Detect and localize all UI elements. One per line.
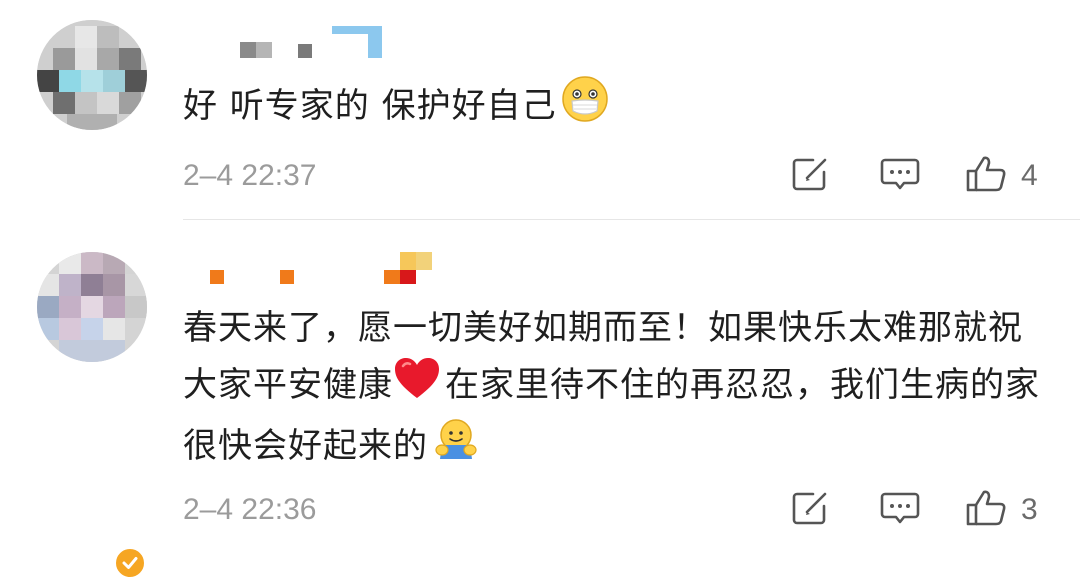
- username-redacted[interactable]: [240, 20, 460, 60]
- verified-check-icon: [113, 546, 147, 580]
- comment-meta: 2–4 22:36 3: [183, 490, 1044, 530]
- username-redacted[interactable]: [210, 250, 460, 290]
- like-button[interactable]: 3: [965, 489, 1038, 531]
- divider: [183, 219, 1080, 220]
- mask-face-emoji-icon: [561, 75, 609, 140]
- repost-button[interactable]: [791, 158, 831, 194]
- comment-item: 好 听专家的 保护好自己 2–4 22:37 4: [0, 0, 1080, 220]
- comment-text-body: 好 听专家的 保护好自己: [183, 86, 557, 126]
- avatar[interactable]: [37, 252, 147, 362]
- reply-button[interactable]: [880, 492, 920, 528]
- comment-meta: 2–4 22:37 4: [183, 156, 1044, 196]
- share-edit-icon: [791, 156, 831, 196]
- red-heart-emoji-icon: [393, 356, 441, 417]
- thumbs-up-icon: [965, 155, 1007, 197]
- like-count: 4: [1021, 159, 1038, 192]
- comment-text: 好 听专家的 保护好自己: [183, 75, 1040, 140]
- comment-text: 春天来了，愿一切美好如期而至！如果快乐太难那就祝大家平安健康 在家里待不住的再忍忍…: [183, 301, 1040, 478]
- reply-button[interactable]: [880, 158, 920, 194]
- thumbs-up-icon: [965, 489, 1007, 531]
- repost-button[interactable]: [791, 492, 831, 528]
- avatar[interactable]: [37, 20, 147, 130]
- like-button[interactable]: 4: [965, 155, 1038, 197]
- comment-item: 春天来了，愿一切美好如期而至！如果快乐太难那就祝大家平安健康 在家里待不住的再忍忍…: [0, 221, 1080, 580]
- like-count: 3: [1021, 493, 1038, 526]
- comment-bubble-icon: [880, 490, 920, 530]
- share-edit-icon: [791, 490, 831, 530]
- timestamp: 2–4 22:36: [183, 493, 317, 526]
- timestamp: 2–4 22:37: [183, 159, 317, 192]
- hugging-face-emoji-icon: [432, 417, 480, 478]
- comment-bubble-icon: [880, 156, 920, 196]
